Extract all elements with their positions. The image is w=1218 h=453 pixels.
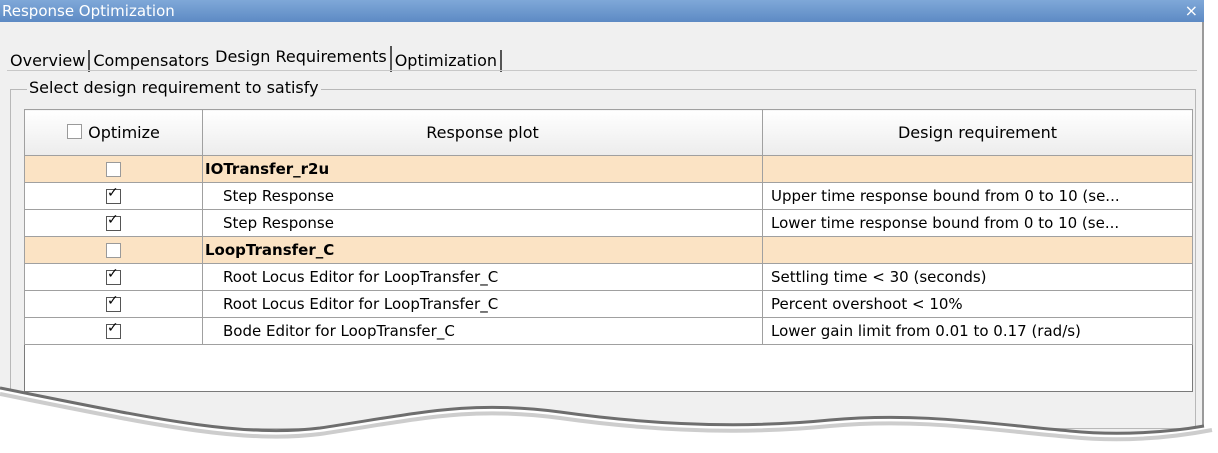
column-header-design-requirement[interactable]: Design requirement [762, 109, 1193, 156]
optimize-cell [24, 155, 203, 183]
window-title: Response Optimization [2, 2, 175, 20]
column-header-response-plot[interactable]: Response plot [202, 109, 763, 156]
table-body: IOTransfer_r2uStep ResponseUpper time re… [24, 155, 1193, 392]
torn-edge [0, 386, 1218, 453]
response-plot-cell: Step Response [202, 209, 763, 237]
design-requirement-cell: Lower gain limit from 0.01 to 0.17 (rad/… [762, 317, 1193, 345]
tab-compensators[interactable]: Compensators [90, 50, 212, 72]
optimize-cell [24, 209, 203, 237]
close-icon[interactable]: × [1185, 0, 1198, 22]
group-label: Select design requirement to satisfy [27, 78, 321, 97]
tab-overview[interactable]: Overview [7, 50, 91, 72]
optimize-checkbox[interactable] [106, 320, 121, 339]
table-row[interactable]: Step ResponseLower time response bound f… [24, 209, 1193, 237]
design-requirement-cell [762, 236, 1193, 264]
table-row[interactable]: Root Locus Editor for LoopTransfer_CPerc… [24, 290, 1193, 318]
group-name: LoopTransfer_C [202, 236, 763, 264]
column-header-optimize[interactable]: Optimize [24, 109, 203, 156]
optimize-checkbox[interactable] [106, 212, 121, 231]
design-requirement-cell: Settling time < 30 (seconds) [762, 263, 1193, 291]
response-plot-cell: Step Response [202, 182, 763, 210]
table-row[interactable]: Bode Editor for LoopTransfer_CLower gain… [24, 317, 1193, 345]
optimize-cell [24, 317, 203, 345]
table-row[interactable]: Root Locus Editor for LoopTransfer_CSett… [24, 263, 1193, 291]
tab-design-requirements[interactable]: Design Requirements [212, 46, 392, 72]
response-plot-cell: Bode Editor for LoopTransfer_C [202, 317, 763, 345]
design-requirement-cell: Lower time response bound from 0 to 10 (… [762, 209, 1193, 237]
group-name: IOTransfer_r2u [202, 155, 763, 183]
table-group-row[interactable]: IOTransfer_r2u [24, 155, 1193, 183]
optimize-checkbox[interactable] [106, 293, 121, 312]
optimize-checkbox[interactable] [106, 185, 121, 204]
tab-divider [7, 70, 1197, 71]
response-optimization-window: Response Optimization × Overview Compens… [0, 0, 1218, 453]
design-requirement-cell: Percent overshoot < 10% [762, 290, 1193, 318]
tab-optimization[interactable]: Optimization [392, 50, 503, 72]
tab-bar: Overview Compensators Design Requirement… [7, 46, 503, 72]
response-plot-cell: Root Locus Editor for LoopTransfer_C [202, 263, 763, 291]
response-plot-cell: Root Locus Editor for LoopTransfer_C [202, 290, 763, 318]
title-bar: Response Optimization × [0, 0, 1204, 22]
table-group-row[interactable]: LoopTransfer_C [24, 236, 1193, 264]
optimize-all-checkbox[interactable] [67, 124, 83, 139]
table-header: Optimize Response plot Design requiremen… [24, 109, 1193, 156]
requirements-table: Optimize Response plot Design requiremen… [24, 109, 1193, 392]
optimize-checkbox[interactable] [106, 243, 121, 258]
table-row[interactable]: Step ResponseUpper time response bound f… [24, 182, 1193, 210]
design-requirement-cell [762, 155, 1193, 183]
optimize-checkbox[interactable] [106, 266, 121, 285]
optimize-cell [24, 236, 203, 264]
design-requirement-cell: Upper time response bound from 0 to 10 (… [762, 182, 1193, 210]
optimize-cell [24, 182, 203, 210]
optimize-cell [24, 263, 203, 291]
optimize-checkbox[interactable] [106, 162, 121, 177]
optimize-cell [24, 290, 203, 318]
